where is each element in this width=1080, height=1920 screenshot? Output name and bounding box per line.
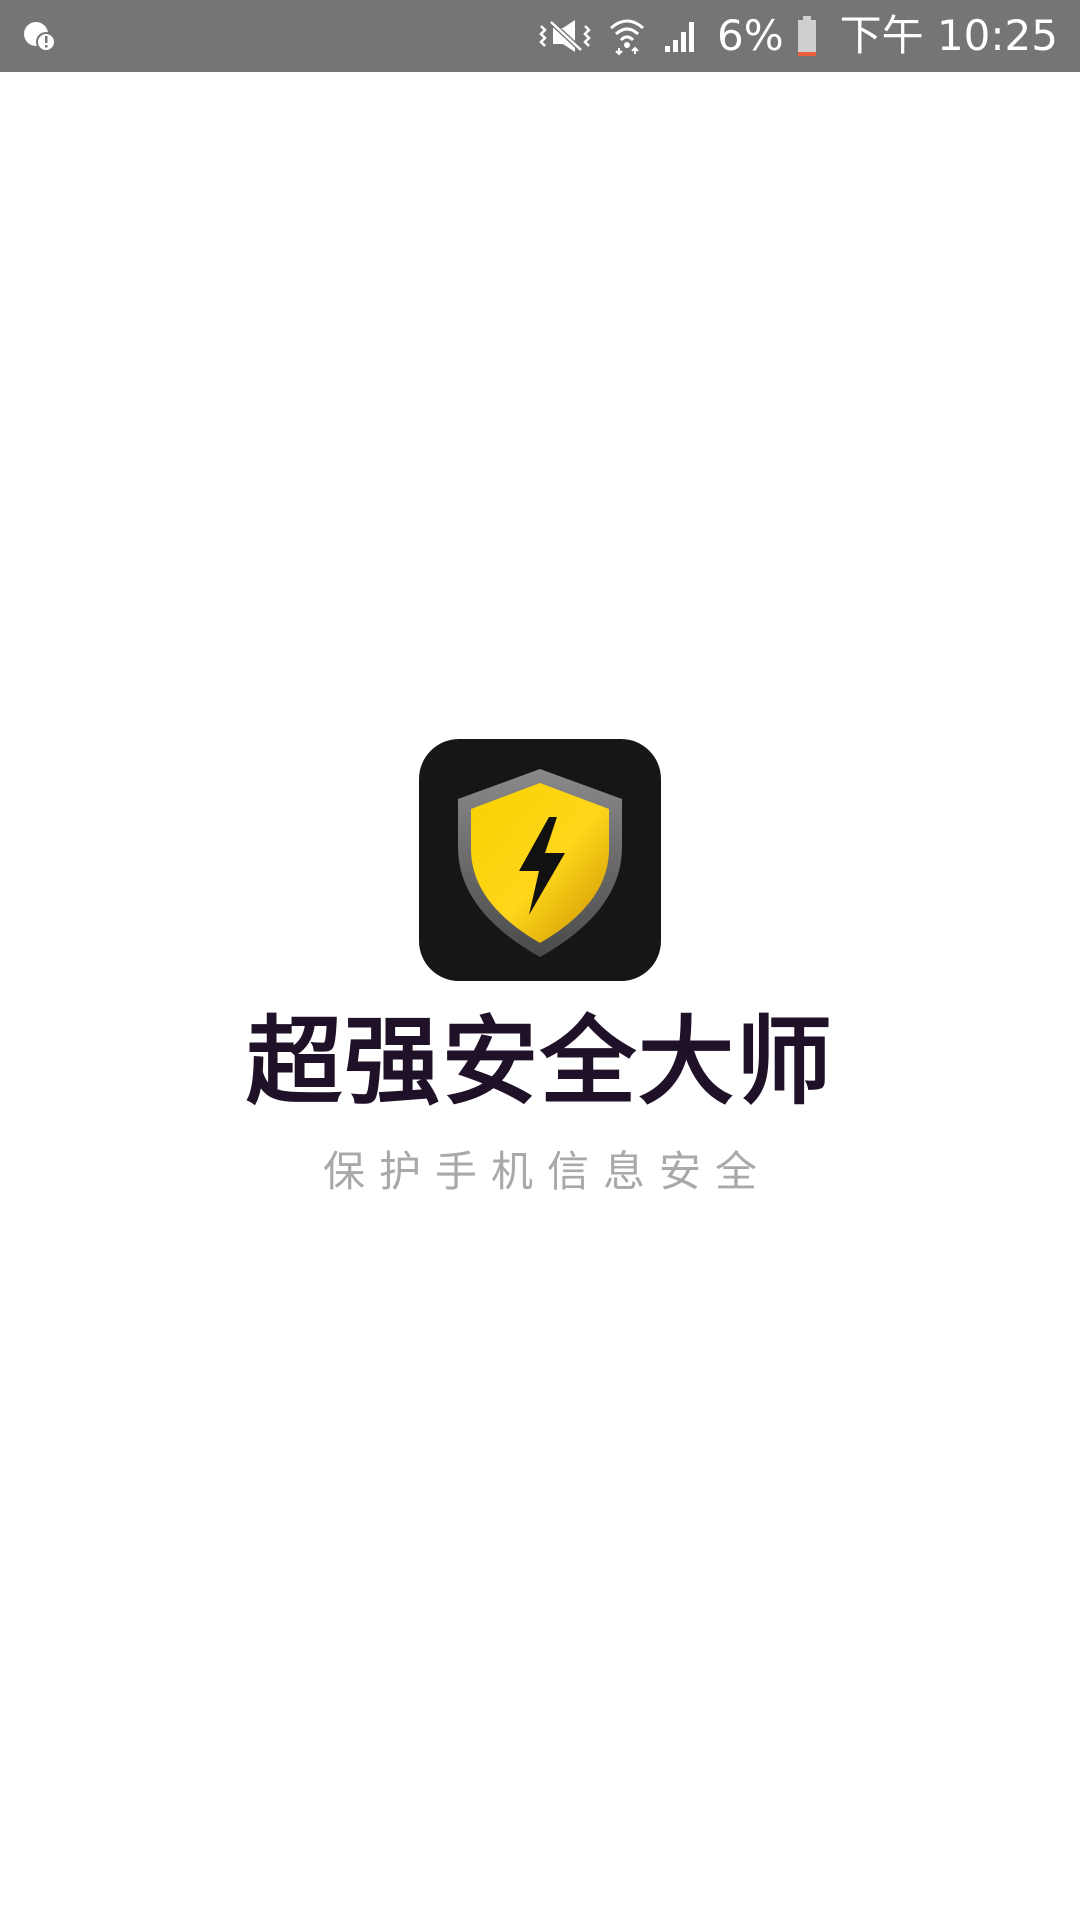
app-name: 超强安全大师 — [246, 1006, 834, 1118]
clock: 下午 10:25 — [839, 11, 1058, 60]
wifi-icon — [607, 16, 647, 56]
cellular-signal-icon — [661, 16, 701, 56]
app-tagline: 保护手机信息安全 — [322, 1147, 771, 1196]
app-logo — [419, 739, 661, 981]
splash-screen: 超强安全大师 保护手机信息安全 — [0, 72, 1080, 1920]
status-right-group: 6% 下午 10:25 — [537, 0, 1058, 72]
notification-alert-icon — [22, 16, 58, 56]
battery-percent: 6% — [716, 11, 784, 60]
battery-low-icon — [796, 14, 818, 58]
shield-lightning-icon — [458, 769, 622, 957]
status-bar: 6% 下午 10:25 — [0, 0, 1080, 72]
vibrate-mute-icon — [537, 16, 593, 56]
